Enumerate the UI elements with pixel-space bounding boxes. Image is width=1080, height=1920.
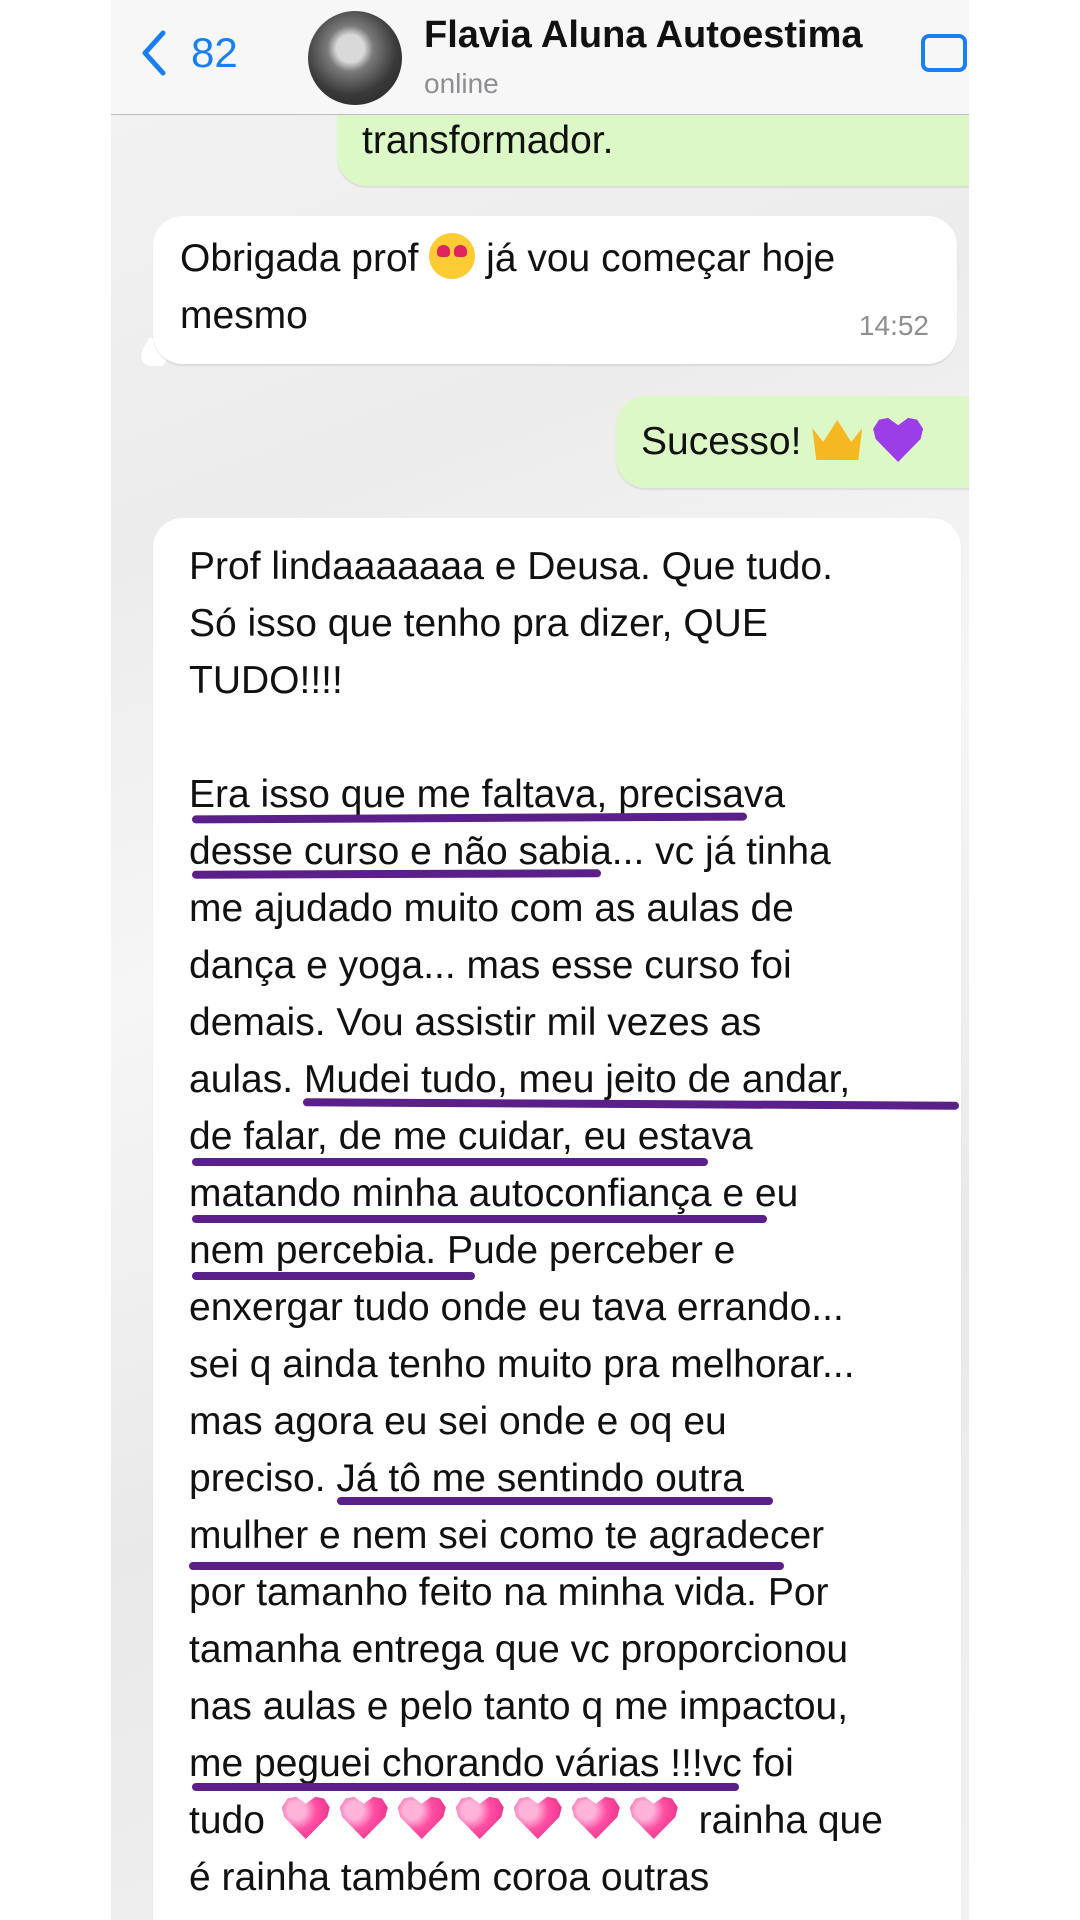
incoming-message: Prof lindaaaaaaa e Deusa. Que tudo. Só i… <box>153 518 961 1920</box>
message-line: mas agora eu sei onde e oq eu <box>189 1400 727 1443</box>
heart-eyes-face-icon <box>429 233 476 279</box>
message-line: nem percebia. Pude perceber e <box>189 1229 736 1272</box>
underline-stroke <box>192 1272 475 1280</box>
purple-heart-icon <box>873 417 924 462</box>
crown-icon <box>812 420 863 460</box>
message-line: Só isso que tenho pra dizer, QUE <box>189 602 768 645</box>
sparkling-heart-icon <box>397 1796 446 1839</box>
sparkling-heart-icon <box>339 1796 388 1839</box>
unread-count: 82 <box>191 29 238 76</box>
message-line: tamanha entrega que vc proporcionou <box>189 1628 849 1671</box>
message-line: é rainha também coroa outras <box>189 1856 710 1899</box>
message-line: demais. Vou assistir mil vezes as <box>189 1001 762 1044</box>
back-button[interactable]: 82 <box>139 28 238 78</box>
message-line: me ajudado muito com as aulas de <box>189 887 794 930</box>
left-margin <box>0 0 111 1920</box>
message-text: rainha que <box>698 1799 883 1842</box>
underline-stroke <box>192 1783 739 1791</box>
right-margin <box>969 0 1080 1920</box>
chevron-left-icon <box>142 30 166 76</box>
message-line: TUDO!!!! <box>189 659 343 702</box>
message-text: transformador. <box>362 119 614 162</box>
sparkling-heart-icon <box>513 1796 562 1839</box>
underline-stroke <box>192 1215 767 1223</box>
message-line: de falar, de me cuidar, eu estava <box>189 1115 753 1158</box>
message-line: por tamanho feito na minha vida. Por <box>189 1571 829 1614</box>
message-text: Sucesso! <box>641 420 802 463</box>
message-line: sei q ainda tenho muito pra melhorar... <box>189 1343 855 1386</box>
message-line: tudo rainha que <box>189 1792 883 1849</box>
message-line: Prof lindaaaaaaa e Deusa. Que tudo. <box>189 545 833 588</box>
message-text: Obrigada prof <box>180 237 419 280</box>
contact-name[interactable]: Flavia Aluna Autoestima <box>424 14 863 57</box>
message-timestamp: 14:52 <box>858 310 929 341</box>
message-line: mulher e nem sei como te agradecer <box>189 1514 825 1557</box>
message-line: matando minha autoconfiança e eu <box>189 1172 799 1215</box>
underline-stroke <box>192 1158 708 1166</box>
avatar[interactable] <box>308 11 402 105</box>
sparkling-heart-icon <box>571 1796 620 1839</box>
underline-stroke <box>191 869 602 879</box>
chat-header: 82 Flavia Aluna Autoestima online <box>111 0 969 115</box>
contact-status: online <box>424 68 499 99</box>
message-line: enxergar tudo onde eu tava errando... <box>189 1286 844 1329</box>
message-text: já vou começar hoje <box>486 237 836 280</box>
underline-stroke <box>337 1497 773 1505</box>
sparkling-heart-icon <box>281 1796 330 1839</box>
message-line: dança e yoga... mas esse curso foi <box>189 944 792 987</box>
message-line: Sucesso! <box>641 413 924 470</box>
chat-screen: transformador. Obrigada prof já vou come… <box>111 0 969 1920</box>
message-line: nas aulas e pelo tanto q me impactou, <box>189 1685 849 1728</box>
outgoing-message: Sucesso! <box>616 396 969 488</box>
sparkling-heart-icon <box>455 1796 504 1839</box>
incoming-message: Obrigada prof já vou começar hoje mesmo … <box>153 216 957 364</box>
video-call-icon[interactable] <box>921 34 967 72</box>
message-line: mesmo <box>180 294 308 337</box>
message-line: Obrigada prof já vou começar hoje <box>180 230 835 287</box>
sparkling-heart-icon <box>629 1796 678 1839</box>
underline-stroke <box>189 1562 784 1570</box>
message-text: tudo <box>189 1799 265 1842</box>
